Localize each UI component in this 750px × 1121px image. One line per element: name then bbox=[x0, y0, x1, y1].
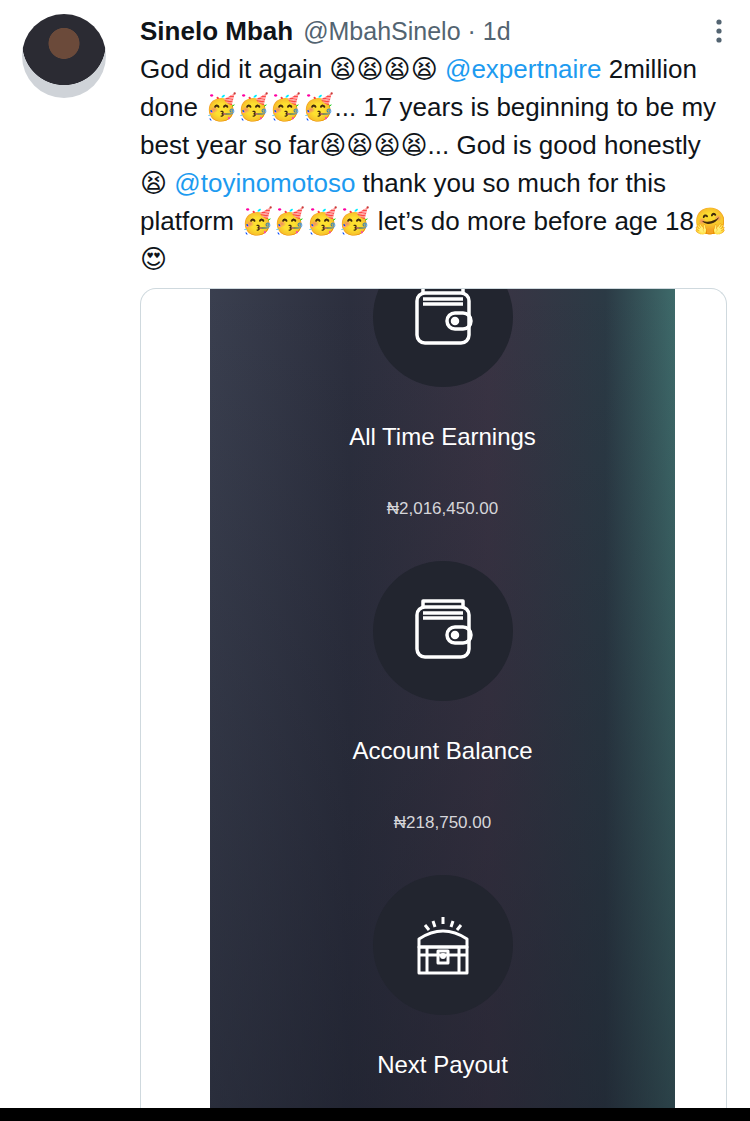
bottom-bar bbox=[0, 1108, 750, 1121]
tweet-page: Sinelo Mbah @MbahSinelo · 1d God did it ag… bbox=[0, 0, 750, 1121]
stat-label: Next Payout bbox=[377, 1051, 508, 1079]
stat-icon-circle bbox=[373, 289, 513, 387]
stats-list: All Time Earnings ₦2,016,450.00 Account Ba… bbox=[210, 289, 675, 1108]
tweet-content: Sinelo Mbah @MbahSinelo · 1d God did it ag… bbox=[140, 14, 727, 1108]
stat-item: Next Payout bbox=[373, 875, 513, 1108]
stat-item: Account Balance ₦218,750.00 bbox=[352, 561, 532, 875]
stat-label: Account Balance bbox=[352, 737, 532, 765]
stat-label: All Time Earnings bbox=[349, 423, 536, 451]
stat-icon-circle bbox=[373, 561, 513, 701]
stat-icon-circle bbox=[373, 875, 513, 1015]
stat-value: ₦218,750.00 bbox=[394, 813, 491, 833]
tweet-text: God did it again 😫😫😫😫 @expertnaire 2mill… bbox=[140, 50, 727, 278]
more-icon[interactable] bbox=[715, 18, 723, 44]
author-meta: @MbahSinelo · 1d bbox=[303, 17, 703, 46]
author-name[interactable]: Sinelo Mbah bbox=[140, 16, 293, 47]
avatar[interactable] bbox=[22, 14, 106, 98]
tweet: Sinelo Mbah @MbahSinelo · 1d God did it ag… bbox=[0, 0, 750, 1108]
wallet-icon bbox=[409, 597, 477, 665]
mention-link[interactable]: @expertnaire bbox=[445, 54, 601, 84]
wallet-icon bbox=[409, 289, 477, 351]
tweet-header: Sinelo Mbah @MbahSinelo · 1d bbox=[140, 14, 727, 48]
stat-item: All Time Earnings ₦2,016,450.00 bbox=[349, 289, 536, 561]
app-screenshot: All Time Earnings ₦2,016,450.00 Account Ba… bbox=[210, 289, 675, 1108]
media-card[interactable]: All Time Earnings ₦2,016,450.00 Account Ba… bbox=[140, 288, 727, 1108]
treasure-chest-icon bbox=[407, 909, 479, 981]
mention-link[interactable]: @toyinomotoso bbox=[174, 168, 355, 198]
tweet-text-span: God did it again 😫😫😫😫 bbox=[140, 54, 445, 84]
more-button[interactable] bbox=[713, 18, 725, 44]
stat-value: ₦2,016,450.00 bbox=[387, 499, 499, 519]
